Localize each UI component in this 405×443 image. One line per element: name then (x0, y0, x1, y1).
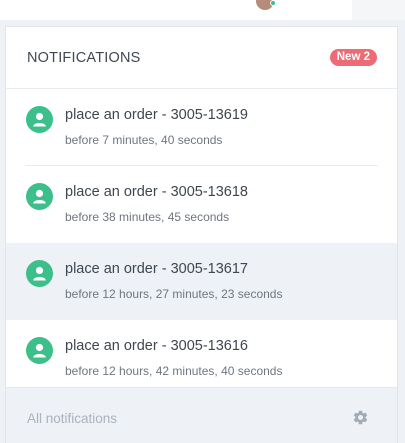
notifications-header: NOTIFICATIONS New 2 (6, 27, 397, 89)
notification-time: before 38 minutes, 45 seconds (65, 210, 230, 224)
user-icon (26, 260, 53, 287)
notification-title: place an order - 3005-13618 (65, 184, 248, 200)
top-bar-area (0, 0, 352, 20)
panel-title: NOTIFICATIONS (27, 50, 141, 66)
new-count-badge: New 2 (329, 49, 377, 66)
notification-time: before 12 hours, 27 minutes, 23 seconds (65, 287, 283, 301)
notification-title: place an order - 3005-13616 (65, 338, 248, 354)
all-notifications-link[interactable]: All notifications (27, 411, 117, 426)
top-bar-right-area (352, 0, 405, 20)
notification-item[interactable]: place an order - 3005-13618 before 38 mi… (6, 166, 397, 243)
notification-title: place an order - 3005-13617 (65, 261, 248, 277)
user-icon (26, 106, 53, 133)
notification-list: place an order - 3005-13619 before 7 min… (6, 89, 397, 397)
notifications-footer: All notifications (6, 387, 397, 443)
notification-item[interactable]: place an order - 3005-13616 before 12 ho… (6, 320, 397, 397)
gear-icon[interactable] (352, 409, 369, 426)
notification-title: place an order - 3005-13619 (65, 107, 248, 123)
notifications-panel: NOTIFICATIONS New 2 place an order - 300… (5, 26, 398, 443)
notification-item[interactable]: place an order - 3005-13617 before 12 ho… (6, 243, 397, 320)
user-icon (26, 337, 53, 364)
notification-time: before 7 minutes, 40 seconds (65, 133, 223, 147)
top-bar (0, 0, 405, 20)
notification-item[interactable]: place an order - 3005-13619 before 7 min… (6, 89, 397, 166)
online-status-icon (270, 0, 276, 6)
user-icon (26, 183, 53, 210)
notification-time: before 12 hours, 42 minutes, 40 seconds (65, 364, 283, 378)
